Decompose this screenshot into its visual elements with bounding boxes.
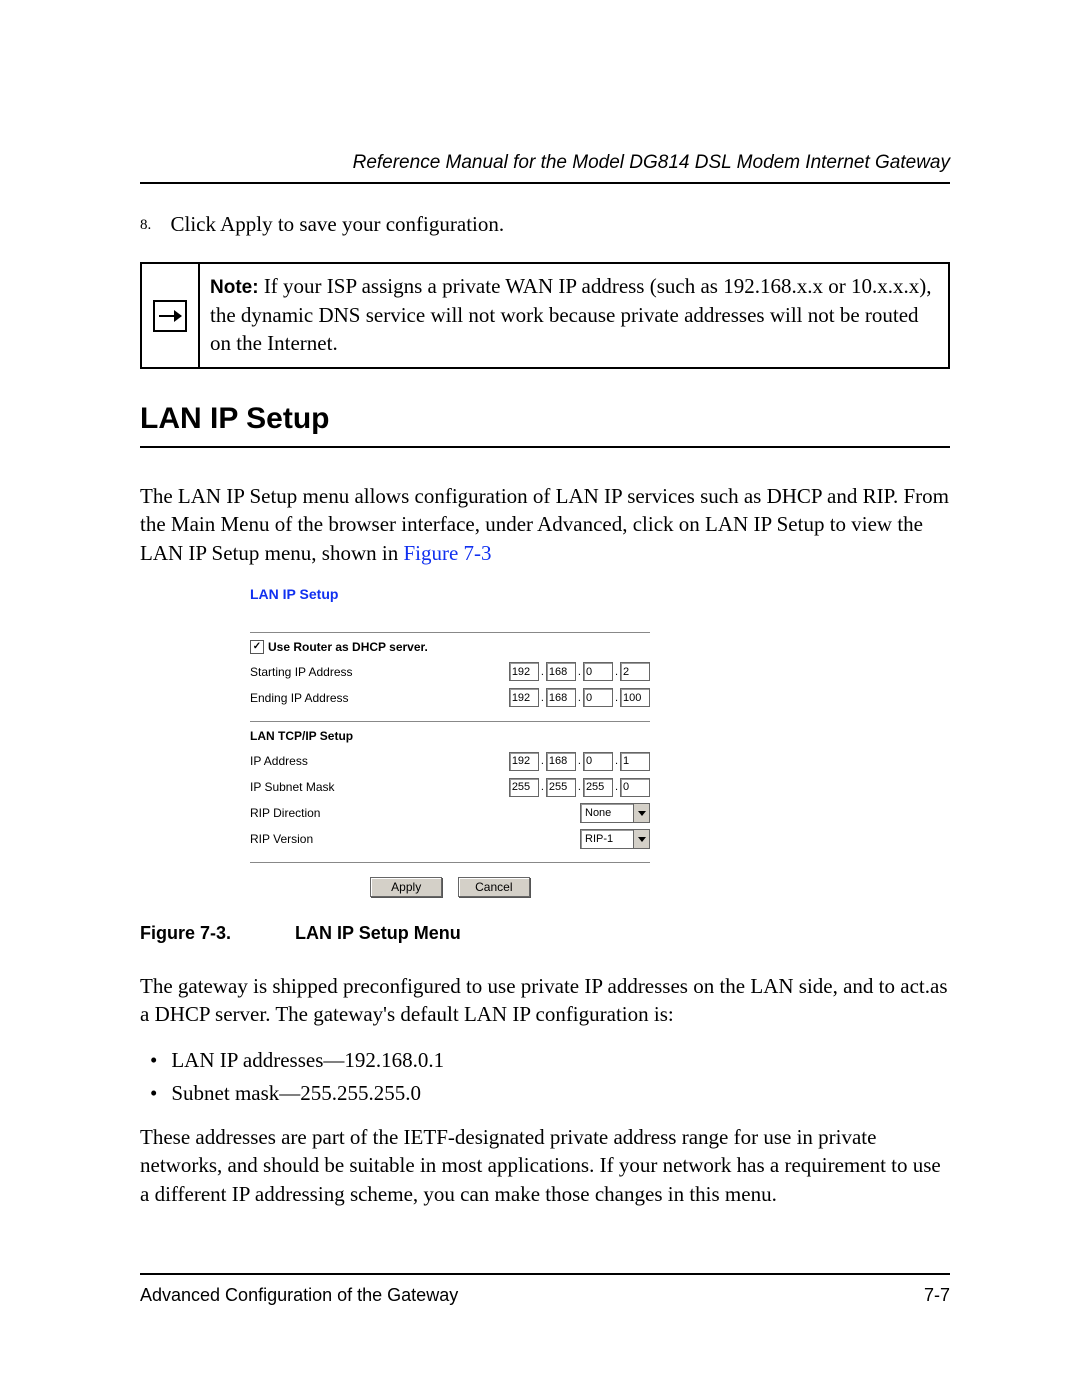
rip-direction-row: RIP Direction None	[250, 800, 650, 826]
list-item: LAN IP addresses—192.168.0.1	[146, 1046, 950, 1074]
paragraph-notes: These addresses are part of the IETF-des…	[140, 1123, 950, 1208]
ip-oct3[interactable]	[583, 752, 613, 771]
rip-version-value: RIP-1	[585, 832, 613, 847]
starting-ip-label: Starting IP Address	[250, 664, 353, 680]
panel-separator-3	[250, 862, 650, 863]
dhcp-checkbox[interactable]: ✓	[250, 640, 264, 654]
rip-direction-value: None	[585, 806, 611, 821]
starting-ip-oct1[interactable]	[509, 662, 539, 681]
starting-ip-row: Starting IP Address . . .	[250, 659, 650, 685]
lan-ip-setup-screenshot: LAN IP Setup ✓ Use Router as DHCP server…	[250, 585, 650, 897]
panel-separator-2	[250, 721, 650, 722]
page-footer: Advanced Configuration of the Gateway 7-…	[140, 1273, 950, 1307]
intro-text: The LAN IP Setup menu allows configurati…	[140, 484, 949, 565]
intro-paragraph: The LAN IP Setup menu allows configurati…	[140, 482, 950, 567]
footer-right: 7-7	[924, 1283, 950, 1307]
note-icon-cell	[142, 264, 200, 367]
figure-caption: Figure 7-3. LAN IP Setup Menu	[140, 921, 950, 945]
page: Reference Manual for the Model DG814 DSL…	[0, 0, 1080, 1397]
starting-ip-oct3[interactable]	[583, 662, 613, 681]
figure-link[interactable]: Figure 7-3	[403, 541, 491, 565]
ip-address-row: IP Address . . .	[250, 748, 650, 774]
note-body: Note: If your ISP assigns a private WAN …	[200, 264, 948, 367]
starting-ip-oct4[interactable]	[620, 662, 650, 681]
starting-ip-group: . . .	[509, 662, 650, 681]
apply-button[interactable]: Apply	[370, 877, 442, 897]
rip-version-row: RIP Version RIP-1	[250, 826, 650, 852]
running-header: Reference Manual for the Model DG814 DSL…	[140, 150, 950, 176]
ip-oct2[interactable]	[546, 752, 576, 771]
ending-ip-group: . . .	[509, 688, 650, 707]
note-label: Note:	[210, 277, 259, 298]
caption-label: Figure 7-3.	[140, 921, 290, 945]
panel-separator	[250, 632, 650, 633]
paragraph-defaults: The gateway is shipped preconfigured to …	[140, 972, 950, 1029]
footer-rule	[140, 1273, 950, 1275]
list-item: Subnet mask—255.255.255.0	[146, 1079, 950, 1107]
footer-left: Advanced Configuration of the Gateway	[140, 1283, 458, 1307]
rip-direction-select[interactable]: None	[580, 803, 650, 823]
ending-ip-oct4[interactable]	[620, 688, 650, 707]
ip-address-label: IP Address	[250, 753, 308, 769]
chevron-down-icon	[633, 804, 649, 822]
step-text: Click Apply to save your configuration.	[171, 212, 505, 236]
rip-direction-label: RIP Direction	[250, 805, 320, 821]
mask-oct4[interactable]	[620, 778, 650, 797]
header-rule	[140, 182, 950, 184]
mask-oct1[interactable]	[509, 778, 539, 797]
rip-version-select[interactable]: RIP-1	[580, 829, 650, 849]
step-number: 8.	[140, 217, 151, 233]
step-8: 8. Click Apply to save your configuratio…	[140, 210, 950, 238]
arrow-right-icon	[153, 300, 187, 332]
ending-ip-row: Ending IP Address . . .	[250, 685, 650, 711]
mask-oct3[interactable]	[583, 778, 613, 797]
ip-oct4[interactable]	[620, 752, 650, 771]
mask-oct2[interactable]	[546, 778, 576, 797]
note-text: If your ISP assigns a private WAN IP add…	[210, 274, 931, 355]
defaults-list: LAN IP addresses—192.168.0.1 Subnet mask…	[146, 1046, 950, 1107]
button-row: Apply Cancel	[250, 877, 650, 897]
starting-ip-oct2[interactable]	[546, 662, 576, 681]
subnet-row: IP Subnet Mask . . .	[250, 774, 650, 800]
ending-ip-oct1[interactable]	[509, 688, 539, 707]
cancel-button[interactable]: Cancel	[458, 877, 530, 897]
section-heading: LAN IP Setup	[140, 399, 950, 448]
subnet-group: . . .	[509, 778, 650, 797]
caption-text: LAN IP Setup Menu	[295, 923, 461, 943]
rip-version-label: RIP Version	[250, 831, 313, 847]
dhcp-checkbox-label: Use Router as DHCP server.	[268, 639, 428, 655]
chevron-down-icon	[633, 830, 649, 848]
ending-ip-oct2[interactable]	[546, 688, 576, 707]
ip-address-group: . . .	[509, 752, 650, 771]
ip-oct1[interactable]	[509, 752, 539, 771]
ending-ip-label: Ending IP Address	[250, 690, 349, 706]
dhcp-checkbox-row: ✓ Use Router as DHCP server.	[250, 639, 650, 655]
tcpip-heading: LAN TCP/IP Setup	[250, 728, 650, 744]
subnet-label: IP Subnet Mask	[250, 779, 335, 795]
note-box: Note: If your ISP assigns a private WAN …	[140, 262, 950, 369]
ending-ip-oct3[interactable]	[583, 688, 613, 707]
panel-title: LAN IP Setup	[250, 585, 650, 604]
